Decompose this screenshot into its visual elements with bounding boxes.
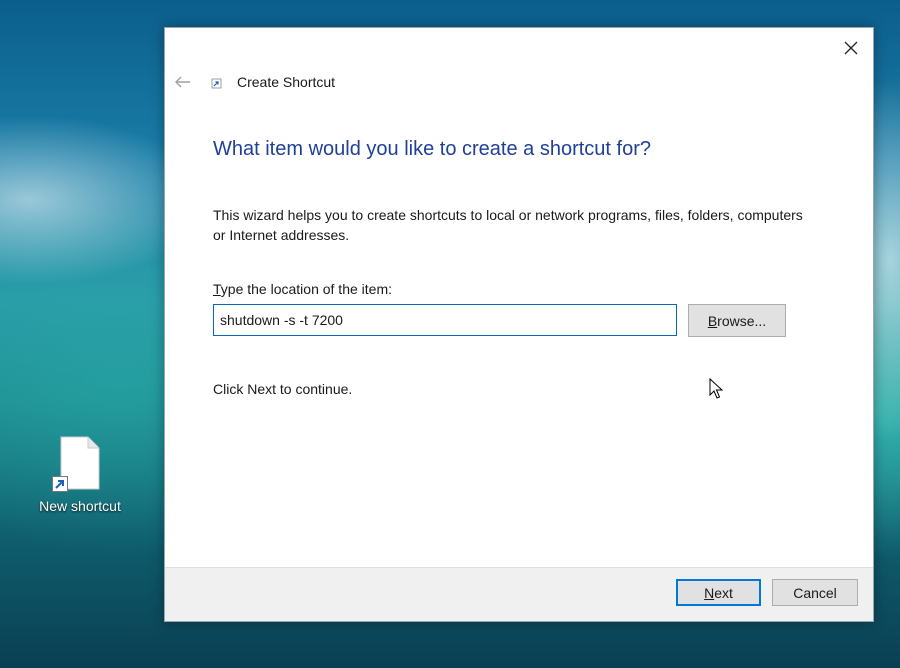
location-input[interactable] (213, 304, 677, 336)
back-button[interactable] (175, 74, 191, 90)
label-accesskey: T (213, 281, 221, 297)
continue-instruction: Click Next to continue. (213, 381, 353, 397)
wizard-title: Create Shortcut (237, 74, 336, 90)
wizard-description: This wizard helps you to create shortcut… (213, 207, 803, 243)
desktop-shortcut-icon[interactable]: New shortcut (28, 436, 132, 514)
next-button[interactable]: Next (676, 579, 761, 606)
back-arrow-icon (175, 76, 190, 88)
mouse-pointer-icon (709, 378, 723, 399)
shortcut-arrow-icon (52, 476, 68, 492)
next-label: ext (714, 584, 733, 601)
label-text: ype the location of the item: (220, 281, 392, 297)
location-field-label: Type the location of the item: (213, 281, 392, 297)
browse-accesskey: B (707, 312, 718, 329)
close-icon (844, 41, 858, 55)
next-accesskey: N (704, 584, 715, 601)
dialog-footer: Next Cancel (165, 567, 873, 621)
browse-label: rowse... (717, 312, 767, 329)
cancel-button[interactable]: Cancel (772, 579, 858, 606)
wizard-header: Create Shortcut (175, 74, 335, 90)
page-heading: What item would you like to create a sho… (213, 138, 651, 160)
close-button[interactable] (839, 36, 863, 60)
document-icon (52, 436, 100, 492)
create-shortcut-dialog: Create Shortcut What item would you like… (164, 27, 874, 622)
browse-button[interactable]: Browse... (688, 304, 786, 337)
desktop-icon-label: New shortcut (39, 498, 121, 514)
shortcut-wizard-icon (211, 76, 223, 89)
